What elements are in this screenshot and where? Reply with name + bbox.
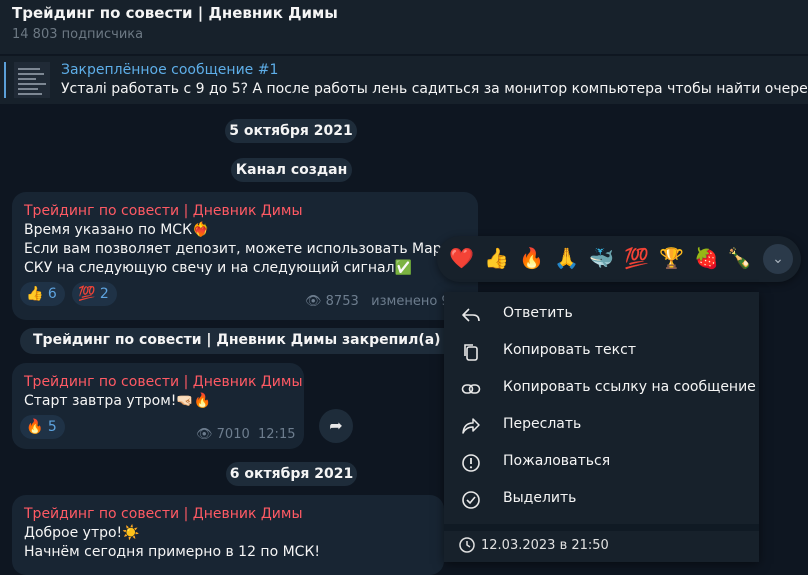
reaction-option-strawberry[interactable]: 🍓 bbox=[694, 246, 719, 270]
view-count: 7010 bbox=[216, 427, 250, 442]
reaction-option-hundred[interactable]: 💯 bbox=[624, 246, 649, 270]
chevron-down-icon[interactable]: ⌄ bbox=[763, 244, 793, 274]
message-date: 12.03.2023 в 21:50 bbox=[481, 538, 609, 553]
view-count: 8753 bbox=[325, 294, 359, 309]
message-sender[interactable]: Трейдинг по совести | Дневник Димы bbox=[24, 506, 303, 522]
eye-icon: 👁 bbox=[305, 294, 322, 309]
reaction-option-fire[interactable]: 🔥 bbox=[519, 246, 544, 270]
message-meta: 👁 8753 изменено 9 bbox=[305, 294, 450, 309]
report-icon bbox=[462, 454, 480, 472]
service-text: Трейдинг по совести | Дневник Димы закре… bbox=[33, 332, 460, 348]
message-sender[interactable]: Трейдинг по совести | Дневник Димы bbox=[24, 203, 303, 219]
clock-icon bbox=[459, 537, 475, 553]
date-separator: 6 октября 2021 bbox=[226, 462, 357, 486]
reaction-option-champagne[interactable]: 🍾 bbox=[727, 246, 752, 270]
reaction-option-whale[interactable]: 🐳 bbox=[589, 246, 614, 270]
select-icon bbox=[462, 491, 480, 509]
reaction-option-pray[interactable]: 🙏 bbox=[554, 246, 579, 270]
pinned-text: Усталi работать с 9 до 5? А после работы… bbox=[61, 81, 808, 97]
message-text-line: Старт завтра утром!🤜🏻🔥 bbox=[24, 393, 212, 409]
reaction-picker[interactable]: ❤️ 👍 🔥 🙏 🐳 💯 🏆 🍓 🍾 ⌄ bbox=[437, 236, 801, 282]
message-text-line: Начнём сегодня примерно в 12 по МСК! bbox=[24, 544, 321, 560]
pin-service-message[interactable]: Трейдинг по совести | Дневник Димы закре… bbox=[20, 328, 460, 354]
channel-created-notice: Канал создан bbox=[231, 158, 352, 182]
menu-item-report[interactable]: Пожаловаться bbox=[444, 444, 759, 481]
chat-header[interactable]: Трейдинг по совести | Дневник Димы 14 80… bbox=[0, 0, 808, 54]
message-text-line: СКУ на следующую свечу и на следующий си… bbox=[24, 260, 413, 276]
reply-icon bbox=[462, 308, 480, 322]
menu-item-copy-link[interactable]: Копировать ссылку на сообщение bbox=[444, 370, 759, 407]
message-text-line: Если вам позволяет депозит, можете испол… bbox=[24, 241, 468, 257]
message-time: 12:15 bbox=[258, 427, 296, 442]
link-icon bbox=[461, 384, 481, 394]
message-bubble[interactable]: Трейдинг по совести | Дневник Димы Добро… bbox=[12, 495, 444, 575]
menu-divider bbox=[444, 524, 759, 531]
forward-icon bbox=[462, 418, 480, 434]
reaction-option-trophy[interactable]: 🏆 bbox=[659, 246, 684, 270]
forward-arrow-icon: ➦ bbox=[329, 416, 343, 435]
menu-item-forward[interactable]: Переслать bbox=[444, 407, 759, 444]
message-bubble[interactable]: Трейдинг по совести | Дневник Димы Старт… bbox=[12, 363, 304, 449]
reaction-fire[interactable]: 🔥 5 bbox=[20, 415, 65, 439]
eye-icon: 👁 bbox=[196, 427, 213, 442]
pinned-thumbnail bbox=[14, 62, 50, 98]
reaction-option-heart[interactable]: ❤️ bbox=[449, 246, 474, 270]
context-menu: Ответить Копировать текст Копировать ссы… bbox=[444, 292, 759, 562]
reaction-option-thumbs-up[interactable]: 👍 bbox=[484, 246, 509, 270]
menu-item-reply[interactable]: Ответить bbox=[444, 296, 759, 333]
pinned-indicator bbox=[4, 62, 6, 98]
menu-item-select[interactable]: Выделить bbox=[444, 481, 759, 518]
message-text-line: Доброе утро!☀️ bbox=[24, 525, 140, 541]
menu-item-copy-text[interactable]: Копировать текст bbox=[444, 333, 759, 370]
subscriber-count: 14 803 подписчика bbox=[12, 27, 144, 42]
pinned-message-bar[interactable]: Закреплённое сообщение #1 Усталi работат… bbox=[0, 55, 808, 104]
message-sender[interactable]: Трейдинг по совести | Дневник Димы bbox=[24, 374, 303, 390]
message-text-line: Время указано по МСК❤️‍🔥 bbox=[24, 222, 210, 238]
date-separator: 5 октября 2021 bbox=[225, 119, 357, 143]
channel-title: Трейдинг по совести | Дневник Димы bbox=[12, 4, 338, 22]
reaction-thumbs-up[interactable]: 👍 6 bbox=[20, 282, 65, 306]
message-bubble[interactable]: Трейдинг по совести | Дневник Димы Время… bbox=[12, 192, 478, 320]
edited-label: изменено 9 bbox=[371, 294, 450, 309]
message-meta: 👁 7010 12:15 bbox=[196, 427, 295, 442]
forward-button[interactable]: ➦ bbox=[319, 409, 353, 443]
pinned-title: Закреплённое сообщение #1 bbox=[61, 62, 279, 78]
copy-icon bbox=[464, 344, 478, 361]
reaction-hundred[interactable]: 💯 2 bbox=[72, 282, 117, 306]
